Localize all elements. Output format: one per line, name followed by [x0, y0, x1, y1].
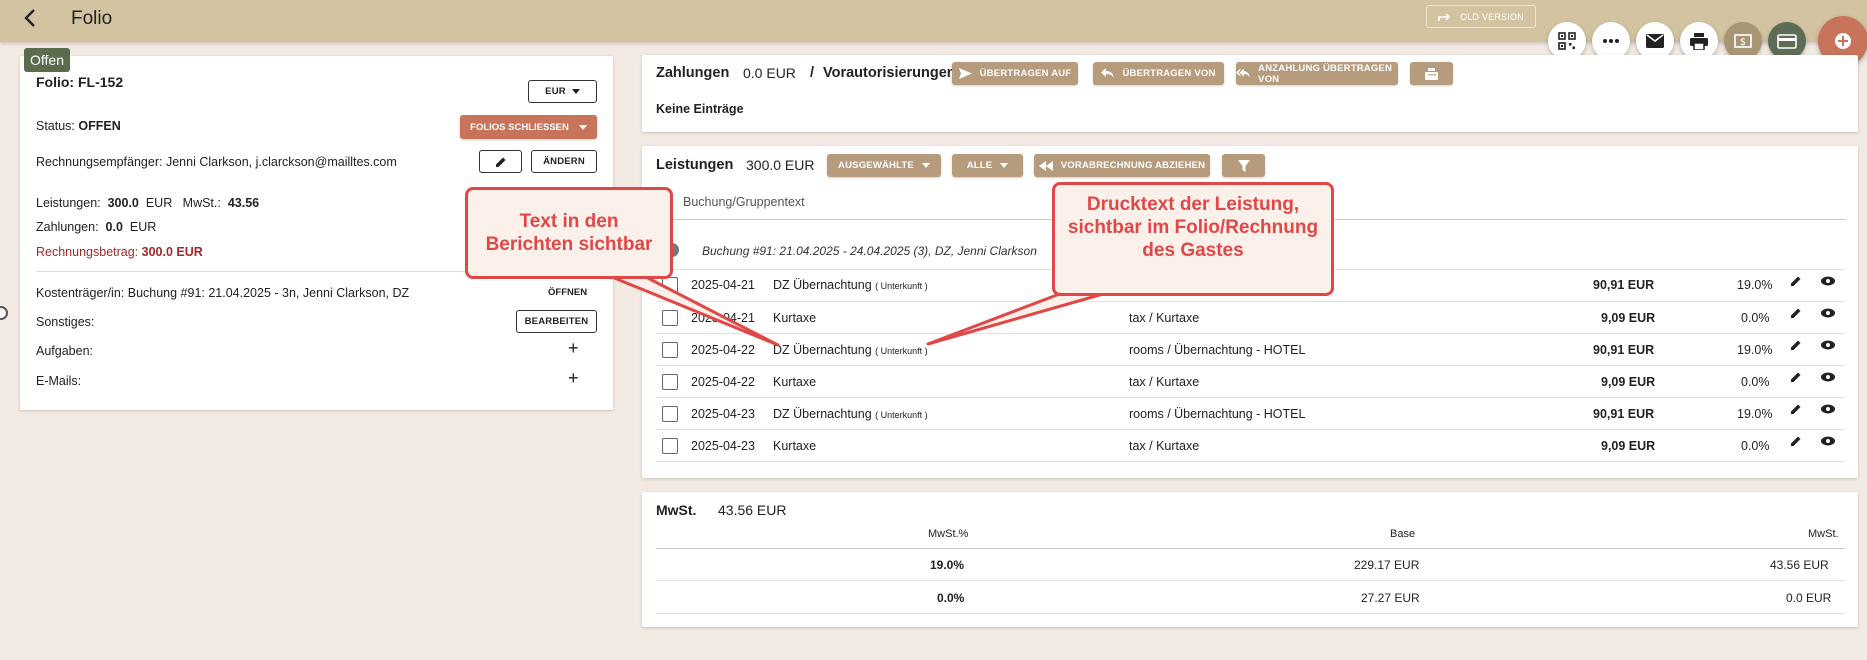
- callout-print-text: Drucktext der Leistung, sichtbar im Foli…: [1052, 182, 1334, 296]
- callout-pointers: [588, 266, 1112, 347]
- callout-reports: Text in den Berichten sichtbar: [465, 187, 673, 279]
